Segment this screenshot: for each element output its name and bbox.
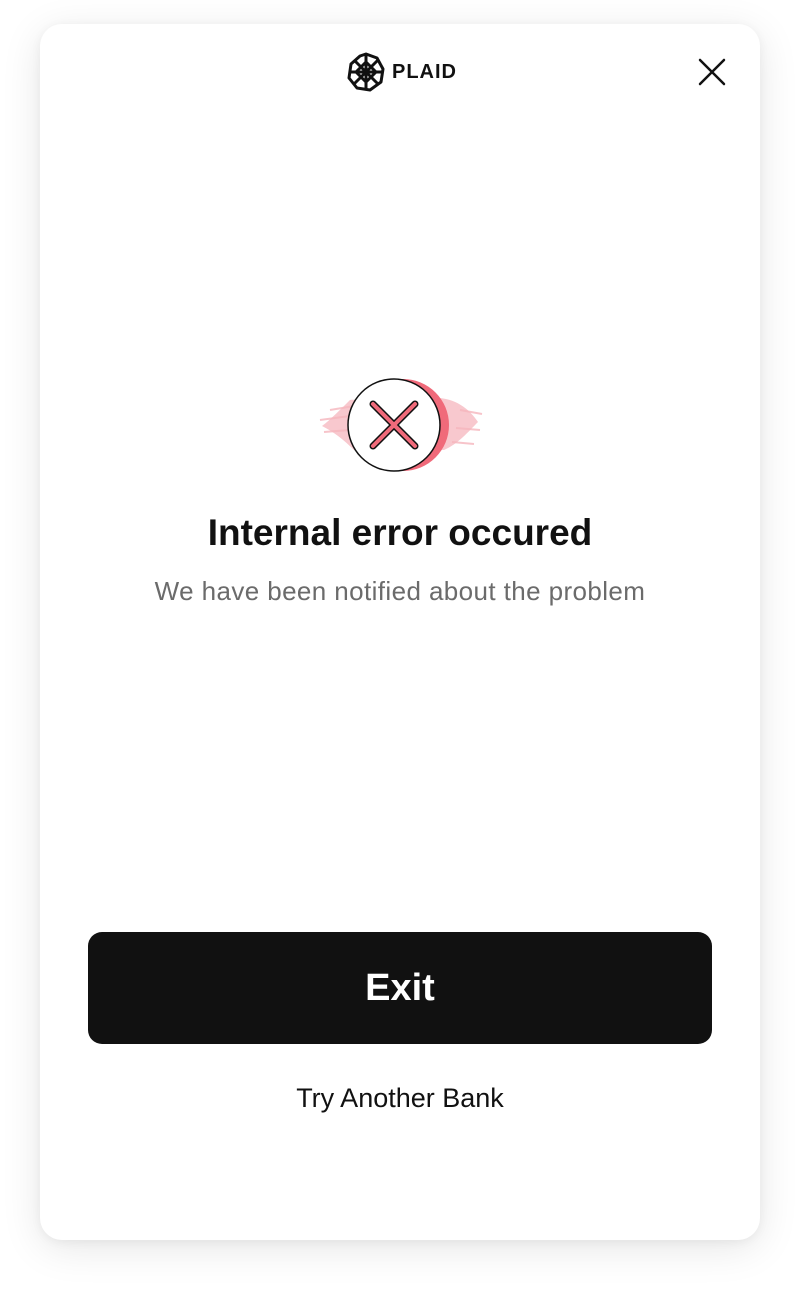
- error-title: Internal error occured: [207, 512, 593, 553]
- close-button[interactable]: [692, 52, 732, 92]
- error-x-icon: [319, 378, 483, 472]
- try-another-bank-link[interactable]: Try Another Bank: [40, 1080, 760, 1116]
- brand-name: PLAID: [392, 60, 457, 83]
- plaid-logo-icon: [347, 52, 385, 92]
- close-icon: [698, 58, 726, 86]
- plaid-logo: PLAID: [346, 52, 457, 92]
- exit-button[interactable]: Exit: [88, 932, 712, 1044]
- error-subtitle: We have been notified about the problem: [154, 576, 646, 606]
- error-modal: PLAID Internal error occured We have bee…: [40, 24, 760, 1240]
